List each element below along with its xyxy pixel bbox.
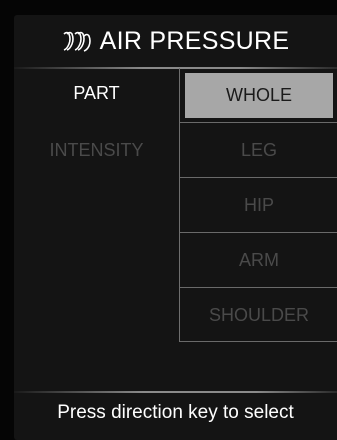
option-leg[interactable]: LEG	[180, 123, 337, 177]
footer-divider	[14, 391, 337, 393]
option-arm[interactable]: ARM	[180, 233, 337, 287]
air-pressure-screen: AIR PRESSURE PART INTENSITY WHOLE LEG HI…	[0, 0, 337, 440]
part-label[interactable]: PART	[14, 83, 179, 104]
footer-hint: Press direction key to select	[57, 402, 294, 423]
part-options-list: WHOLE LEG HIP ARM SHOULDER	[179, 68, 337, 342]
intensity-label[interactable]: INTENSITY	[14, 140, 179, 161]
air-coil-icon	[63, 31, 91, 52]
option-hip[interactable]: HIP	[180, 178, 337, 232]
option-divider	[180, 341, 337, 342]
header: AIR PRESSURE	[14, 15, 337, 68]
page-title: AIR PRESSURE	[99, 27, 290, 55]
option-shoulder[interactable]: SHOULDER	[180, 288, 337, 342]
option-whole[interactable]: WHOLE	[185, 73, 333, 118]
